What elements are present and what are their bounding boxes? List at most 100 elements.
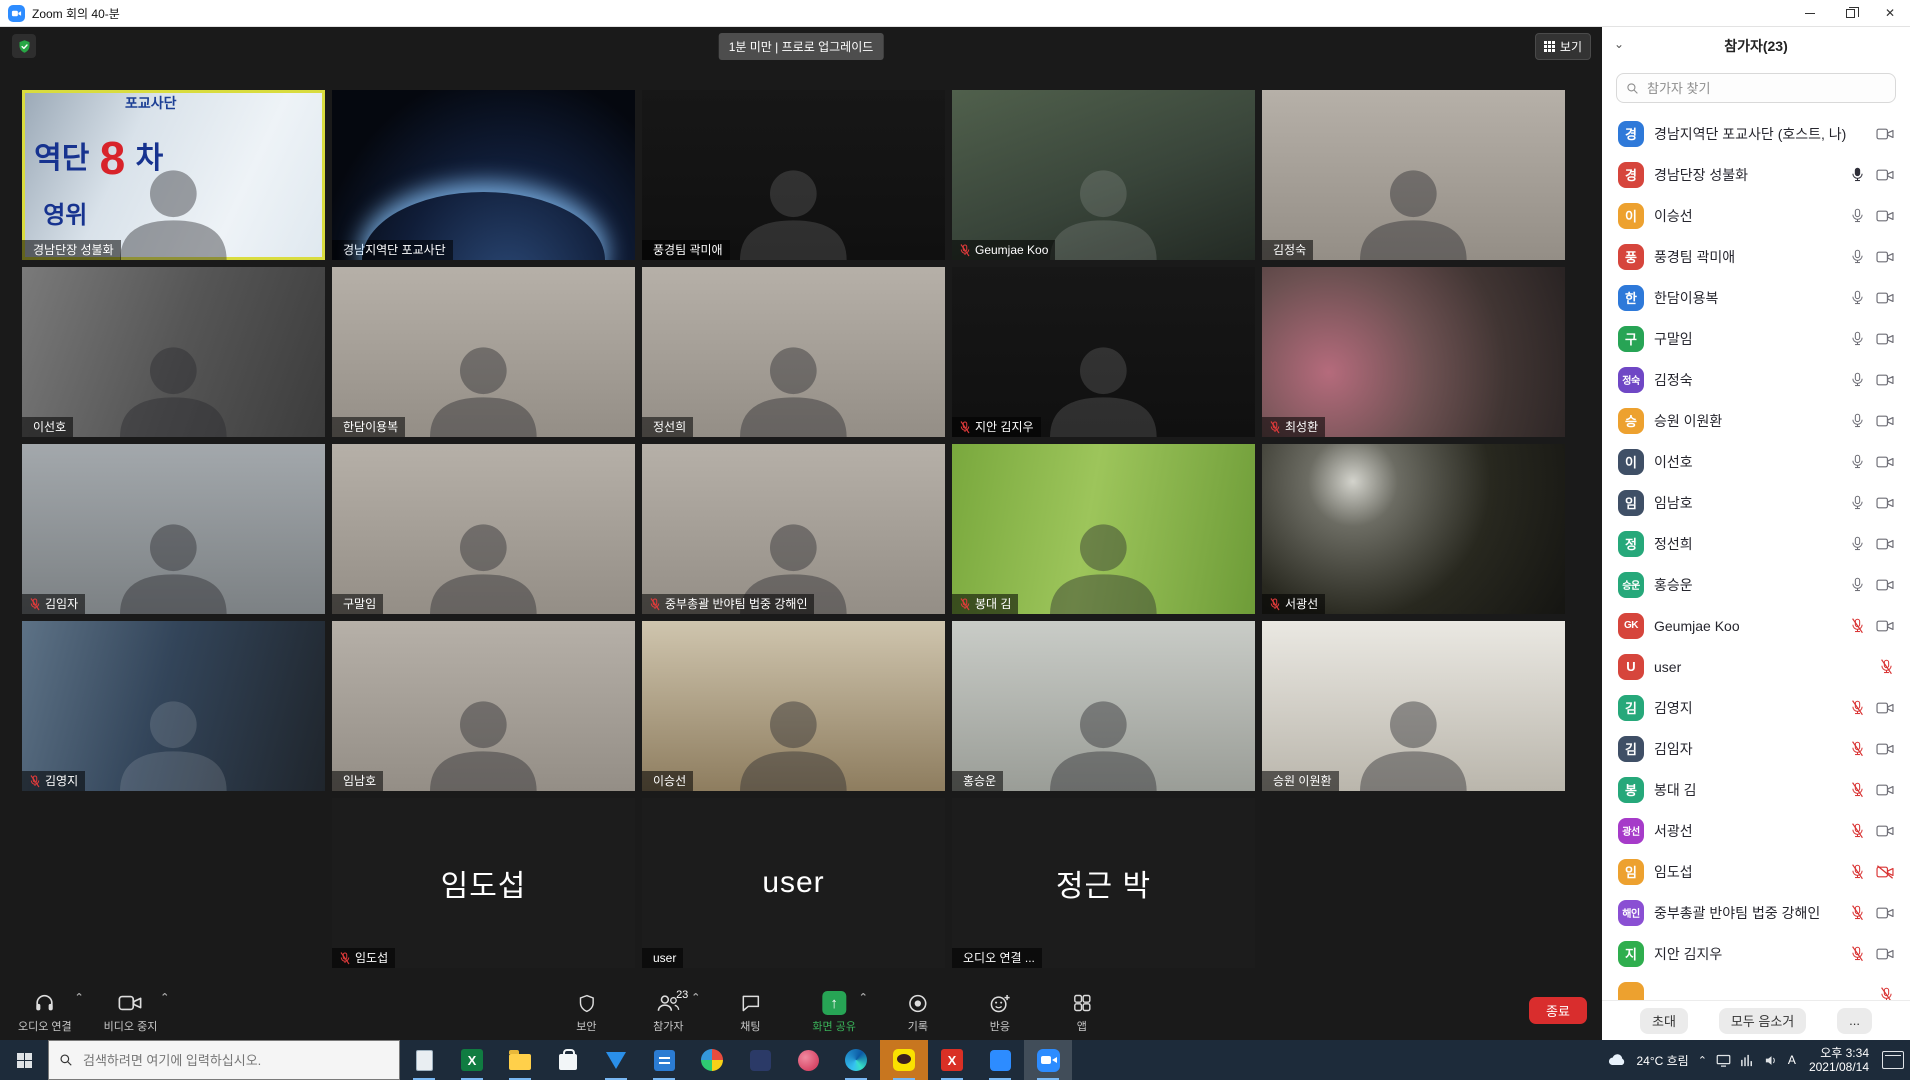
taskbar-redx-icon[interactable] [928,1040,976,1080]
participant-row[interactable]: 해인 중부총괄 반야팀 법중 강해인 [1602,892,1910,933]
collapse-panel-icon[interactable]: ⌄ [1614,37,1624,51]
participant-row[interactable]: 임 임도섭 [1602,851,1910,892]
video-tile[interactable]: 지안 김지우 [952,267,1255,437]
video-tile[interactable]: 최성환 [1262,267,1565,437]
weather-icon[interactable] [1607,1053,1627,1067]
start-button[interactable] [0,1040,48,1080]
participant-row[interactable]: 김 김임자 [1602,728,1910,769]
taskbar-kakao-icon[interactable] [880,1040,928,1080]
toolbar-headset-button[interactable]: ⌃ 오디오 연결 [10,990,80,1034]
video-tile[interactable]: 임남호 [332,621,635,791]
taskbar-zoomapp-icon[interactable] [1024,1040,1072,1080]
participant-row[interactable]: GK Geumjae Koo [1602,605,1910,646]
participant-row[interactable]: 구 구말임 [1602,318,1910,359]
caret-up-icon[interactable]: ⌃ [691,991,700,1004]
participant-row[interactable]: 정 정선희 [1602,523,1910,564]
invite-button[interactable]: 초대 [1640,1008,1688,1034]
participant-row[interactable]: 봉 봉대 김 [1602,769,1910,810]
participant-row[interactable]: 풍 풍경팀 곽미애 [1602,236,1910,277]
network-icon[interactable] [1740,1054,1755,1067]
video-tile[interactable]: 포교사단역단 8 차영위 경남단장 성불화 [22,90,325,260]
taskbar-search-input[interactable] [81,1052,389,1069]
participant-row[interactable]: 경 경남단장 성불화 [1602,154,1910,195]
restore-button[interactable] [1830,0,1870,27]
participant-row[interactable]: U user [1602,646,1910,687]
video-tile[interactable]: Geumjae Koo [952,90,1255,260]
taskbar-triangle-icon[interactable] [592,1040,640,1080]
more-options-button[interactable]: ... [1837,1008,1872,1034]
toolbar-people-button[interactable]: ⌃ 23 참가자 [640,990,696,1034]
display-icon[interactable] [1716,1054,1731,1067]
minimize-button[interactable] [1790,0,1830,27]
toolbar-apps-button[interactable]: ⌃ 앱 [1054,990,1110,1034]
video-tile[interactable]: 풍경팀 곽미애 [642,90,945,260]
video-tile[interactable]: 봉대 김 [952,444,1255,614]
video-tile[interactable]: 한담이용복 [332,267,635,437]
ime-indicator[interactable]: A [1788,1053,1796,1067]
taskbar-pink-icon[interactable] [784,1040,832,1080]
participant-row[interactable] [1602,974,1910,1000]
toolbar-chat-button[interactable]: ⌃ 채팅 [722,990,778,1034]
toolbar-react-button[interactable]: ⌃ 반응 [972,990,1028,1034]
video-tile[interactable]: 구말임 [332,444,635,614]
hidden-icons-chevron[interactable]: ⌃ [1698,1054,1707,1067]
video-tile[interactable]: 임도섭 임도섭 [332,798,635,968]
participant-search[interactable] [1616,73,1896,103]
participant-row[interactable]: 임 임남호 [1602,482,1910,523]
mute-all-button[interactable]: 모두 음소거 [1719,1008,1806,1034]
participant-row[interactable]: 이 이승선 [1602,195,1910,236]
participant-search-input[interactable] [1645,80,1886,97]
action-center-icon[interactable] [1882,1051,1904,1069]
taskbar-edge-icon[interactable] [832,1040,880,1080]
video-tile[interactable]: 중부총괄 반야팀 법중 강해인 [642,444,945,614]
close-button[interactable]: ✕ [1870,0,1910,27]
participant-row[interactable]: 승운 홍승운 [1602,564,1910,605]
video-tile[interactable]: 이선호 [22,267,325,437]
toolbar-camera-button[interactable]: ⌃ 비디오 중지 [96,990,166,1034]
security-shield-icon[interactable] [12,34,36,58]
video-tile[interactable]: 김임자 [22,444,325,614]
taskbar-clock[interactable]: 오후 3:34 2021/08/14 [1805,1046,1873,1074]
video-tile[interactable]: 정근 박 오디오 연결 ... [952,798,1255,968]
taskbar-navy-icon[interactable] [736,1040,784,1080]
video-tile[interactable]: 정선희 [642,267,945,437]
video-tile[interactable]: 김영지 [22,621,325,791]
upgrade-banner[interactable]: 1분 미만 | 프로로 업그레이드 [719,33,884,60]
video-tile[interactable]: user user [642,798,945,968]
taskbar-photos-icon[interactable] [688,1040,736,1080]
caret-up-icon[interactable]: ⌃ [859,991,868,1004]
video-tile[interactable]: 서광선 [1262,444,1565,614]
taskbar-bluedoc-icon[interactable] [640,1040,688,1080]
participant-name: 임도섭 [1654,862,1840,882]
participant-row[interactable]: 정숙 김정숙 [1602,359,1910,400]
avatar: U [1618,654,1644,680]
caret-up-icon[interactable]: ⌃ [74,991,83,1004]
video-tile[interactable]: 경남지역단 포교사단 [332,90,635,260]
toolbar-shield-button[interactable]: ⌃ 보안 [558,990,614,1034]
volume-icon[interactable] [1764,1054,1779,1067]
video-tile[interactable]: 승원 이원환 [1262,621,1565,791]
taskbar-store-icon[interactable] [544,1040,592,1080]
caret-up-icon[interactable]: ⌃ [160,991,169,1004]
taskbar-blueapp-icon[interactable] [976,1040,1024,1080]
video-tile[interactable]: 이승선 [642,621,945,791]
avatar: 경 [1618,121,1644,147]
taskbar-search[interactable] [48,1040,400,1080]
participant-row[interactable]: 지 지안 김지우 [1602,933,1910,974]
toolbar-share-button[interactable]: ⌃ ↑ 화면 공유 [804,990,864,1034]
participant-row[interactable]: 한 한담이용복 [1602,277,1910,318]
taskbar-folder-icon[interactable] [496,1040,544,1080]
toolbar-record-button[interactable]: ⌃ 기록 [890,990,946,1034]
participant-row[interactable]: 이 이선호 [1602,441,1910,482]
participant-row[interactable]: 승 승원 이원환 [1602,400,1910,441]
end-meeting-button[interactable]: 종료 [1529,997,1587,1024]
weather-text[interactable]: 24°C 흐림 [1636,1052,1688,1069]
video-tile[interactable]: 김정숙 [1262,90,1565,260]
taskbar-excel-icon[interactable] [448,1040,496,1080]
video-tile[interactable]: 홍승운 [952,621,1255,791]
taskbar-document-icon[interactable] [400,1040,448,1080]
view-button[interactable]: 보기 [1535,33,1591,60]
participant-row[interactable]: 김 김영지 [1602,687,1910,728]
participant-row[interactable]: 경 경남지역단 포교사단 (호스트, 나) [1602,113,1910,154]
participant-row[interactable]: 광선 서광선 [1602,810,1910,851]
